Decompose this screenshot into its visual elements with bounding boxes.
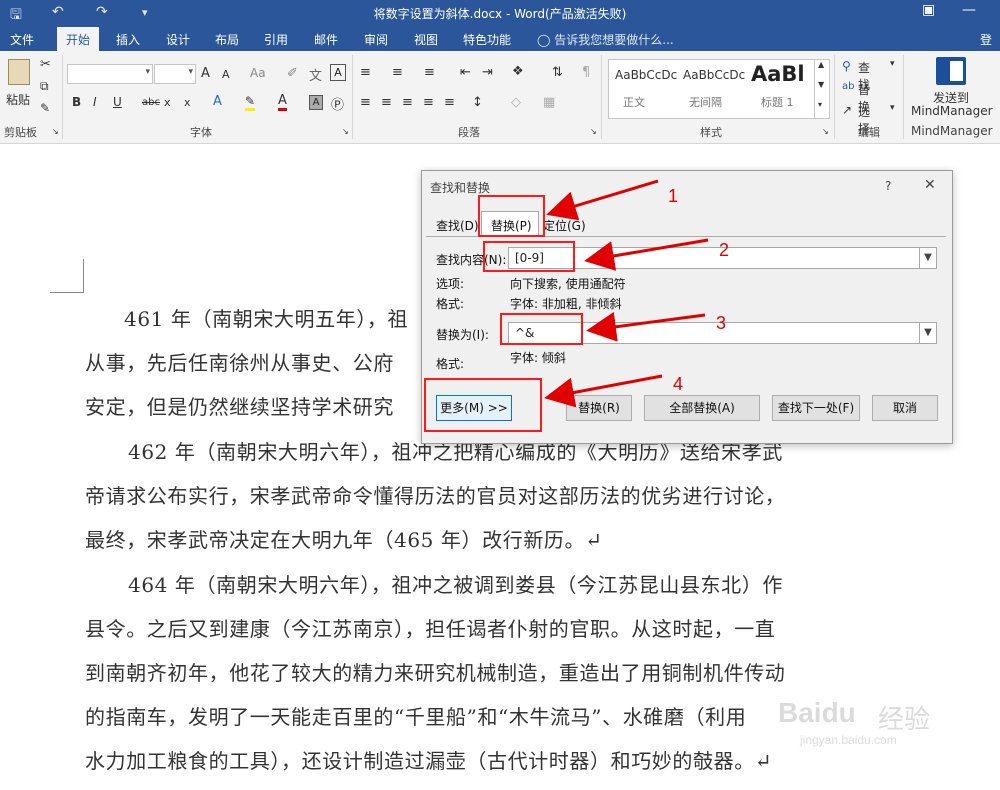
watermark-brand: Baidu — [778, 697, 856, 728]
baidu-watermark: Baidu 经验 jingyan.baidu.com — [778, 697, 950, 753]
arrow-3 — [586, 311, 706, 342]
arrow-2 — [584, 238, 709, 271]
annotation-number-2: 2 — [719, 240, 730, 260]
annotation-number-4: 4 — [673, 374, 684, 394]
watermark-url: jingyan.baidu.com — [800, 733, 897, 747]
annotation-arrows — [544, 179, 709, 408]
watermark-cn: 经验 — [878, 704, 931, 734]
arrow-1 — [546, 179, 659, 221]
arrow-4 — [544, 374, 663, 408]
annotation-number-3: 3 — [716, 313, 727, 333]
annotation-number-1: 1 — [668, 186, 679, 206]
